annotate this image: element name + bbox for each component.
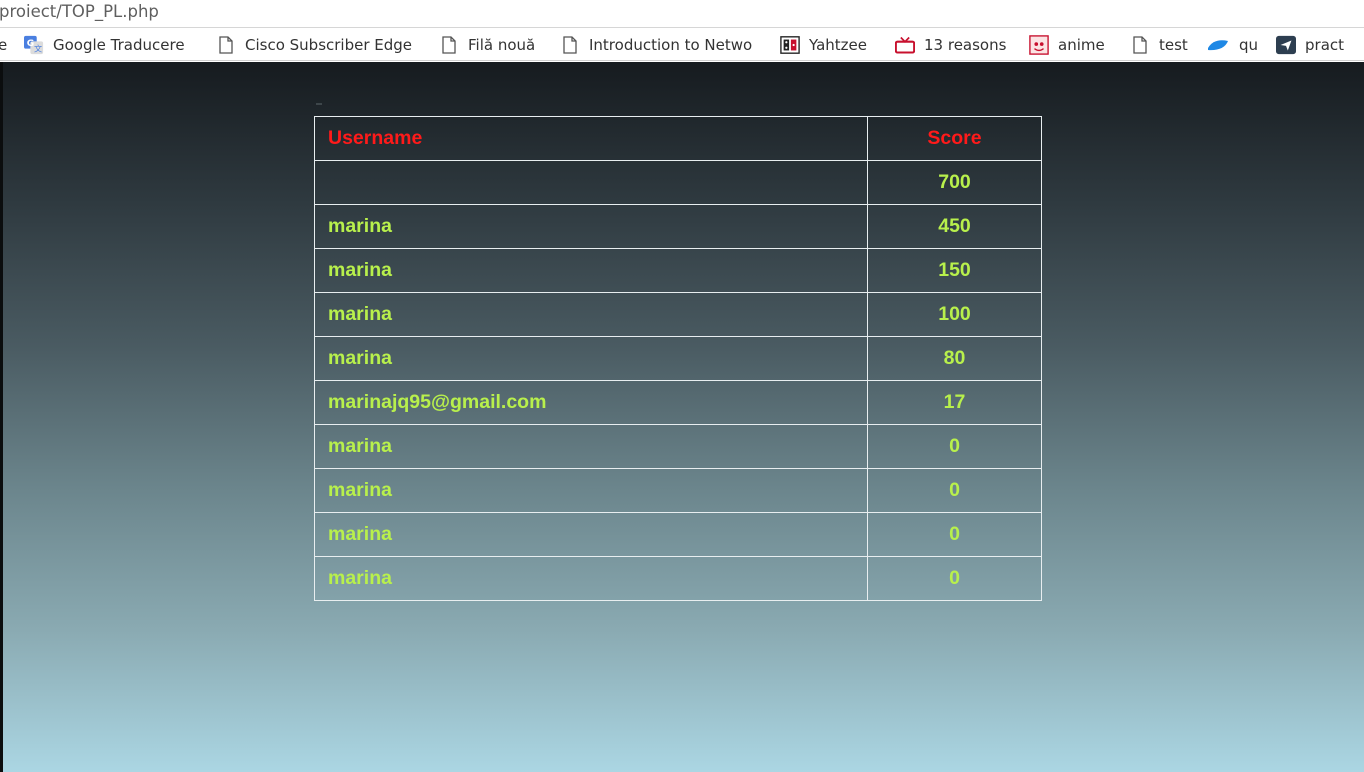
username-cell: marina [314, 512, 868, 557]
table-row: marina 0 [314, 556, 1042, 601]
page-content: Username Score 700 marina 450 marina 150… [0, 62, 1364, 772]
bookmark-yahtzee[interactable]: Yahtzee [780, 29, 867, 60]
table-row: marina 0 [314, 512, 1042, 557]
table-row: 700 [314, 160, 1042, 205]
username-cell: marina [314, 556, 868, 601]
score-header: Score [867, 116, 1042, 161]
bookmark-label: e [0, 35, 8, 54]
leaderboard-table: Username Score 700 marina 450 marina 150… [314, 116, 1042, 601]
bookmark-qu[interactable]: qu [1206, 29, 1258, 60]
score-cell: 0 [867, 468, 1042, 513]
bookmark-label: Filă nouă [468, 35, 536, 54]
bookmark-label: Google Traducere [53, 35, 185, 54]
window-edge [0, 62, 3, 772]
table-row: marina 0 [314, 468, 1042, 513]
bookmark-label: qu [1239, 35, 1259, 54]
qu-icon [1206, 35, 1230, 55]
svg-text:G: G [27, 38, 34, 48]
bookmark-label: Cisco Subscriber Edge [245, 35, 413, 54]
tv-icon [895, 35, 915, 55]
bookmark-fila-noua[interactable]: Filă nouă [439, 29, 535, 60]
score-cell: 700 [867, 160, 1042, 205]
bookmark-label: pract [1305, 35, 1345, 54]
score-cell: 17 [867, 380, 1042, 425]
anime-icon [1029, 34, 1049, 55]
score-cell: 80 [867, 336, 1042, 381]
score-cell: 0 [867, 512, 1042, 557]
bookmark-test[interactable]: test [1130, 29, 1188, 60]
username-cell: marina [314, 424, 868, 469]
username-cell: marina [314, 204, 868, 249]
address-bar[interactable]: proiect/TOP_PL.php [0, 0, 1364, 28]
bookmark-label: test [1159, 35, 1188, 54]
table-row: marina 150 [314, 248, 1042, 293]
send-icon [1276, 35, 1296, 55]
svg-text:文: 文 [34, 43, 42, 53]
username-cell: marina [314, 292, 868, 337]
page-icon [439, 35, 459, 55]
table-row: marina 450 [314, 204, 1042, 249]
google-translate-icon: G 文 [24, 35, 44, 55]
bookmark-label: Yahtzee [809, 35, 868, 54]
username-cell: marina [314, 248, 868, 293]
bookmark-label: anime [1058, 35, 1105, 54]
score-cell: 100 [867, 292, 1042, 337]
bookmark-anime[interactable]: anime [1029, 29, 1105, 60]
table-header-row: Username Score [314, 116, 1042, 161]
bookmark-introduction[interactable]: Introduction to Netwo [560, 29, 761, 60]
bookmark-0[interactable]: e [0, 29, 7, 60]
yahtzee-icon [780, 35, 800, 55]
username-cell [314, 160, 868, 205]
bookmark-google-traducere[interactable]: G 文 Google Traducere [24, 29, 185, 60]
table-row: marina 80 [314, 336, 1042, 381]
page-icon [216, 35, 236, 55]
username-cell: marinajq95@gmail.com [314, 380, 868, 425]
bookmark-cisco[interactable]: Cisco Subscriber Edge [216, 29, 418, 60]
table-row: marinajq95@gmail.com 17 [314, 380, 1042, 425]
page-icon [1130, 35, 1150, 55]
bookmark-pract[interactable]: pract [1276, 29, 1344, 60]
username-cell: marina [314, 468, 868, 513]
bookmark-label: Introduction to Netwo [589, 35, 753, 54]
score-cell: 0 [867, 424, 1042, 469]
decorative-mark [316, 103, 322, 105]
table-row: marina 0 [314, 424, 1042, 469]
score-cell: 450 [867, 204, 1042, 249]
username-header: Username [314, 116, 868, 161]
bookmark-13-reasons[interactable]: 13 reasons [895, 29, 1006, 60]
page-icon [560, 35, 580, 55]
bookmarks-bar: e G 文 Google Traducere Cisco Subscriber … [0, 29, 1364, 61]
bookmark-label: 13 reasons [924, 35, 1007, 54]
score-cell: 0 [867, 556, 1042, 601]
url-text[interactable]: proiect/TOP_PL.php [0, 2, 159, 21]
table-row: marina 100 [314, 292, 1042, 337]
username-cell: marina [314, 336, 868, 381]
score-cell: 150 [867, 248, 1042, 293]
